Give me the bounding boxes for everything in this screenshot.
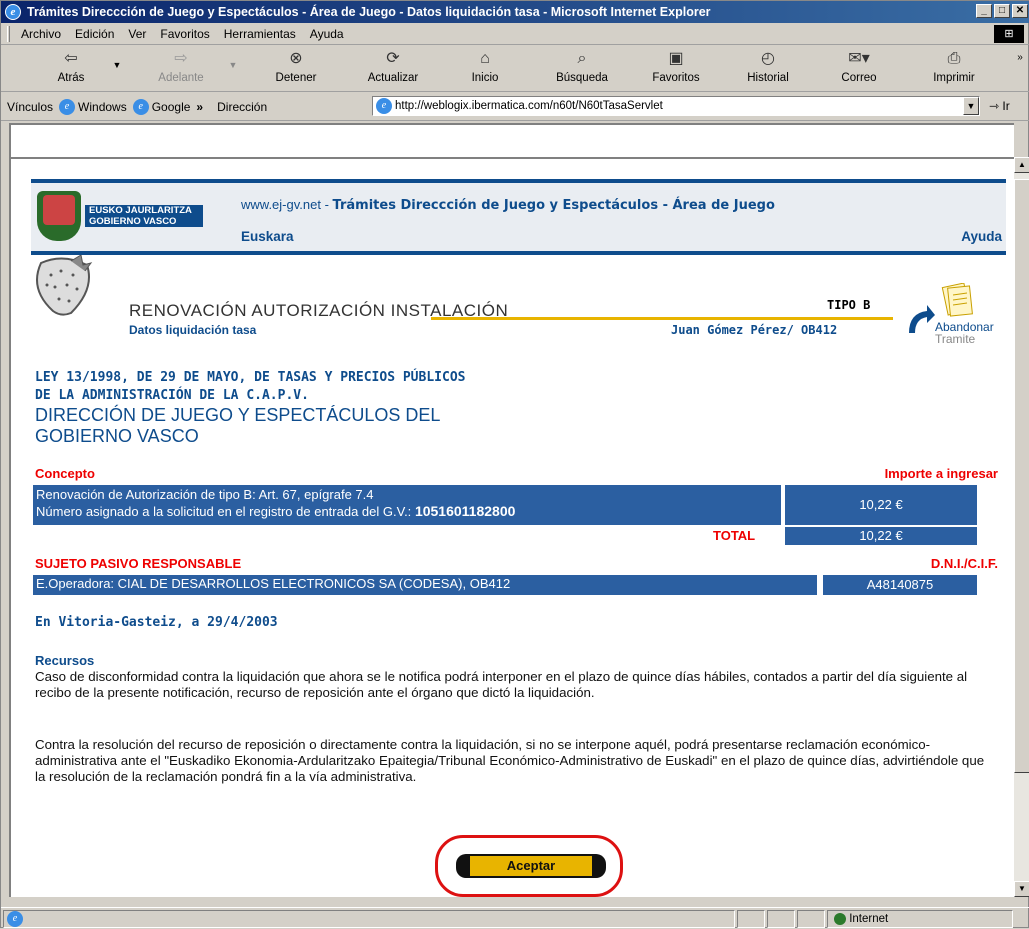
links-address-bar: Vínculos e Windows e Google » Dirección e … bbox=[1, 93, 1029, 121]
scroll-thumb[interactable] bbox=[1014, 179, 1029, 773]
scroll-down-arrow[interactable]: ▼ bbox=[1014, 881, 1029, 897]
address-url: http://weblogix.ibermatica.com/n60t/N60t… bbox=[395, 100, 663, 112]
concept-line-1: Renovación de Autorización de tipo B: Ar… bbox=[36, 487, 374, 502]
mail-button[interactable]: ✉▾ Correo bbox=[829, 48, 889, 84]
search-icon: ⌕ bbox=[577, 50, 587, 67]
status-text-cell: e bbox=[3, 910, 735, 928]
standard-toolbar: ⇦ Atrás ▼ ⇨ Adelante ▼ ⊗ Detener ⟳ Actualiza… bbox=[1, 46, 1029, 92]
menu-archivo[interactable]: Archivo bbox=[21, 27, 61, 41]
status-cell bbox=[797, 910, 825, 928]
ie-page-icon: e bbox=[132, 98, 149, 115]
windows-flag-icon: ⊞ bbox=[994, 25, 1024, 43]
forward-arrow-icon: ⇨ bbox=[174, 50, 188, 67]
menu-favoritos[interactable]: Favoritos bbox=[160, 27, 209, 41]
stop-button[interactable]: ⊗ Detener bbox=[263, 48, 329, 84]
refresh-icon: ⟳ bbox=[386, 50, 400, 67]
menu-ver[interactable]: Ver bbox=[128, 27, 146, 41]
back-button[interactable]: ⇦ Atrás bbox=[41, 48, 101, 84]
title-underline bbox=[431, 317, 893, 320]
menu-grip bbox=[7, 26, 10, 42]
toolbar-more-chevron[interactable]: » bbox=[1013, 52, 1027, 63]
procedure-subtitle: Datos liquidación tasa bbox=[129, 323, 257, 337]
menu-edicion[interactable]: Edición bbox=[75, 27, 114, 41]
accept-highlight-circle: Aceptar bbox=[435, 835, 623, 897]
ie-logo-icon: e bbox=[5, 4, 21, 20]
print-button[interactable]: ⎙ Imprimir bbox=[923, 48, 985, 84]
refresh-button[interactable]: ⟳ Actualizar bbox=[355, 48, 431, 84]
home-icon: ⌂ bbox=[480, 50, 490, 67]
subject-header: SUJETO PASIVO RESPONSABLE bbox=[35, 556, 242, 571]
mail-icon: ✉▾ bbox=[848, 50, 870, 67]
subject-name: E.Operadora: CIAL DE DESARROLLOS ELECTRO… bbox=[33, 575, 817, 595]
back-arrow-icon: ⇦ bbox=[64, 50, 78, 67]
go-arrow-icon: ⇾ bbox=[989, 99, 1000, 113]
department-heading: DIRECCIÓN DE JUEGO Y ESPECTÁCULOS DEL GO… bbox=[35, 405, 441, 446]
go-button[interactable]: ⇾ Ir bbox=[989, 99, 1010, 113]
menu-ayuda[interactable]: Ayuda bbox=[310, 27, 344, 41]
documents-icon bbox=[941, 283, 973, 317]
ie-page-icon: e bbox=[59, 98, 76, 115]
forward-button[interactable]: ⇨ Adelante bbox=[151, 48, 211, 84]
links-label: Vínculos bbox=[7, 99, 54, 114]
resources-paragraph-1: Caso de disconformidad contra la liquida… bbox=[35, 669, 968, 700]
menu-herramientas[interactable]: Herramientas bbox=[224, 27, 296, 41]
title-bar: e Trámites Direccción de Juego y Espectá… bbox=[1, 1, 1029, 23]
page-viewport: EUSKO JAURLARITZA GOBIERNO VASCO www.ej-… bbox=[9, 157, 1014, 897]
subject-id: A48140875 bbox=[823, 575, 977, 595]
user-name: Juan Gómez Pérez/ OB412 bbox=[671, 323, 838, 337]
place-date: En Vitoria-Gasteiz, a 29/4/2003 bbox=[35, 615, 278, 630]
concept-header: Concepto bbox=[35, 466, 95, 481]
stop-icon: ⊗ bbox=[289, 50, 303, 67]
home-button[interactable]: ⌂ Inicio bbox=[455, 48, 515, 84]
page-top-margin bbox=[9, 123, 1014, 157]
tipo-label: TIPO B bbox=[827, 298, 871, 312]
history-icon: ◴ bbox=[761, 50, 775, 67]
back-dropdown[interactable]: ▼ bbox=[105, 60, 129, 70]
address-field[interactable]: e http://weblogix.ibermatica.com/n60t/N6… bbox=[372, 96, 980, 116]
concept-row: Renovación de Autorización de tipo B: Ar… bbox=[33, 485, 781, 525]
strawberry-icon bbox=[36, 255, 93, 316]
forward-dropdown[interactable]: ▼ bbox=[225, 60, 241, 70]
maximize-button[interactable]: □ bbox=[994, 4, 1010, 18]
globe-icon bbox=[834, 912, 846, 925]
concept-amount: 10,22 € bbox=[785, 485, 977, 525]
ie-page-icon: e bbox=[7, 911, 23, 927]
registration-number: 1051601182800 bbox=[414, 503, 516, 519]
favorites-icon: ▣ bbox=[668, 50, 684, 67]
security-zone: Internet bbox=[827, 910, 1013, 928]
total-amount: 10,22 € bbox=[785, 527, 977, 545]
abandon-procedure-button[interactable]: Abandonar Tramite bbox=[905, 283, 1005, 355]
id-header: D.N.I./C.I.F. bbox=[930, 556, 998, 571]
link-windows[interactable]: e Windows bbox=[59, 98, 127, 115]
history-button[interactable]: ◴ Historial bbox=[733, 48, 803, 84]
close-button[interactable]: ✕ bbox=[1012, 4, 1028, 18]
printer-icon: ⎙ bbox=[947, 50, 961, 67]
resources-header: Recursos bbox=[35, 653, 95, 668]
window-title: Trámites Direccción de Juego y Espectácu… bbox=[27, 5, 711, 19]
browser-window: e Trámites Direccción de Juego y Espectá… bbox=[0, 0, 1029, 928]
link-google[interactable]: e Google bbox=[132, 98, 190, 115]
status-cell bbox=[767, 910, 795, 928]
total-label: TOTAL bbox=[713, 528, 756, 543]
scroll-up-arrow[interactable]: ▲ bbox=[1014, 157, 1029, 173]
vertical-scrollbar[interactable]: ▲ ▼ bbox=[1014, 157, 1029, 897]
search-button[interactable]: ⌕ Búsqueda bbox=[547, 48, 617, 84]
curved-arrow-icon bbox=[909, 305, 935, 333]
status-bar: e Internet bbox=[1, 907, 1029, 929]
abandon-label-2: Tramite bbox=[935, 332, 976, 346]
amount-header: Importe a ingresar bbox=[884, 466, 998, 481]
concept-line-2: Número asignado a la solicitud en el reg… bbox=[36, 504, 412, 519]
menu-bar: Archivo Edición Ver Favoritos Herramient… bbox=[1, 23, 1029, 45]
status-cell bbox=[737, 910, 765, 928]
address-label: Dirección bbox=[217, 99, 268, 114]
resources-paragraph-2: Contra la resolución del recurso de repo… bbox=[35, 737, 985, 784]
address-dropdown[interactable]: ▼ bbox=[963, 97, 979, 115]
favorites-button[interactable]: ▣ Favoritos bbox=[641, 48, 711, 84]
ie-page-icon: e bbox=[376, 98, 392, 114]
links-more-chevron[interactable]: » bbox=[196, 100, 203, 114]
law-heading: LEY 13/1998, DE 29 DE MAYO, DE TASAS Y P… bbox=[35, 370, 466, 403]
minimize-button[interactable]: _ bbox=[976, 4, 992, 18]
accept-button[interactable]: Aceptar bbox=[456, 854, 606, 878]
